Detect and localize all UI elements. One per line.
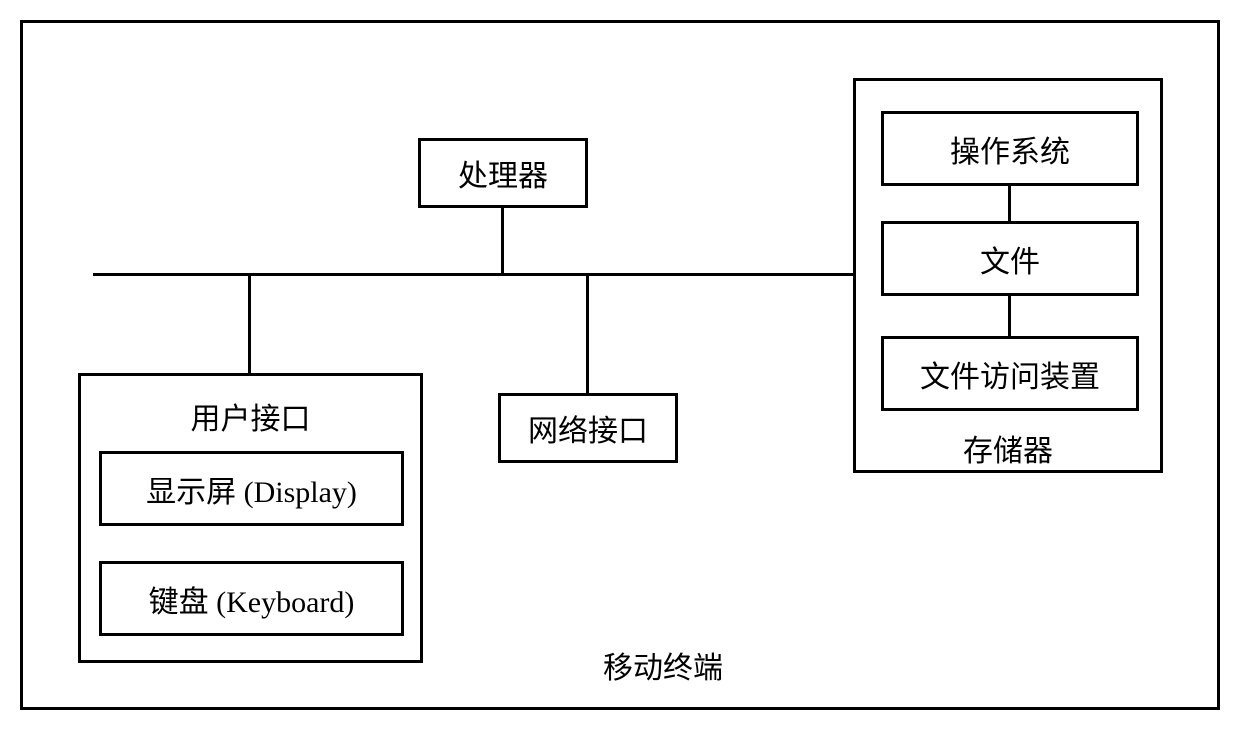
keyboard-label: 键盘 (Keyboard) — [149, 577, 355, 621]
bus-line — [93, 273, 853, 276]
storage-connector-2 — [1008, 296, 1011, 336]
file-access-box: 文件访问装置 — [881, 336, 1139, 411]
file-label: 文件 — [980, 237, 1040, 281]
storage-container: 操作系统 文件 文件访问装置 存储器 — [853, 78, 1163, 473]
file-access-label: 文件访问装置 — [920, 352, 1100, 396]
user-interface-title: 用户接口 — [81, 394, 420, 438]
network-connector — [586, 273, 589, 393]
network-interface-box: 网络接口 — [498, 393, 678, 463]
os-label: 操作系统 — [950, 127, 1070, 171]
network-interface-label: 网络接口 — [528, 406, 648, 450]
user-interface-connector — [248, 273, 251, 373]
os-box: 操作系统 — [881, 111, 1139, 186]
mobile-terminal-title: 移动终端 — [563, 643, 763, 687]
keyboard-box: 键盘 (Keyboard) — [99, 561, 404, 636]
processor-label: 处理器 — [458, 151, 548, 195]
storage-connector-1 — [1008, 186, 1011, 221]
user-interface-container: 用户接口 显示屏 (Display) 键盘 (Keyboard) — [78, 373, 423, 663]
processor-connector — [501, 208, 504, 273]
storage-title: 存储器 — [856, 426, 1160, 470]
mobile-terminal-container: 处理器 网络接口 用户接口 显示屏 (Display) 键盘 (Keyboard… — [20, 20, 1220, 710]
display-box: 显示屏 (Display) — [99, 451, 404, 526]
processor-box: 处理器 — [418, 138, 588, 208]
display-label: 显示屏 (Display) — [146, 467, 357, 511]
file-box: 文件 — [881, 221, 1139, 296]
